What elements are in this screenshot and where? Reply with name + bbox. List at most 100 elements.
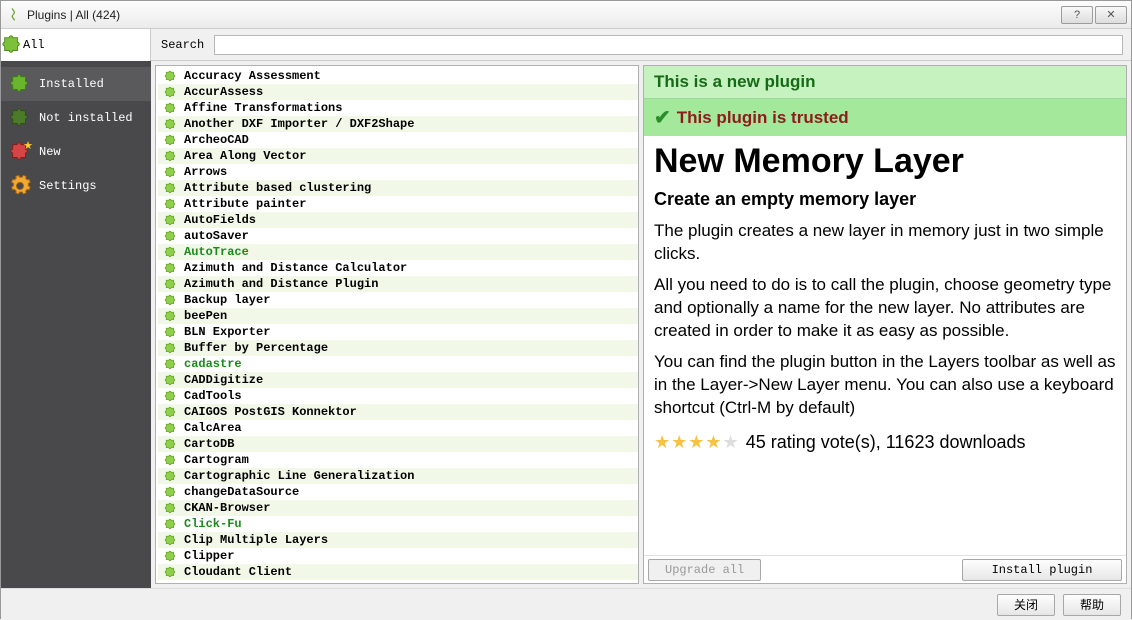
plugin-row[interactable]: AccurAssess xyxy=(158,84,638,100)
puzzle-icon xyxy=(162,516,178,532)
plugin-row[interactable]: Another DXF Importer / DXF2Shape xyxy=(158,116,638,132)
plugin-row[interactable]: CAIGOS PostGIS Konnektor xyxy=(158,404,638,420)
sidebar-tab-all[interactable]: All xyxy=(1,29,151,61)
plugin-row[interactable]: Accuracy Assessment xyxy=(158,68,638,84)
puzzle-icon xyxy=(162,292,178,308)
sidebar-tab-all-label: All xyxy=(23,38,45,52)
puzzle-icon xyxy=(162,196,178,212)
plugin-name: AutoTrace xyxy=(184,245,249,259)
plugin-row[interactable]: Cloudant Client xyxy=(158,564,638,580)
help-titlebar-button[interactable]: ? xyxy=(1061,6,1093,24)
stars-icon: ★★★★★ xyxy=(654,432,740,453)
plugin-row[interactable]: ArcheoCAD xyxy=(158,132,638,148)
puzzle-icon xyxy=(162,356,178,372)
dialog-footer: 关闭 帮助 xyxy=(1,588,1131,620)
puzzle-icon xyxy=(162,164,178,180)
puzzle-icon xyxy=(162,308,178,324)
upgrade-all-button[interactable]: Upgrade all xyxy=(648,559,761,581)
plugin-title: New Memory Layer xyxy=(644,136,1126,185)
plugin-name: Another DXF Importer / DXF2Shape xyxy=(184,117,414,131)
plugin-row[interactable]: CalcArea xyxy=(158,420,638,436)
plugin-row[interactable]: Backup layer xyxy=(158,292,638,308)
plugin-row[interactable]: Attribute based clustering xyxy=(158,180,638,196)
details-scroll[interactable]: This is a new plugin ✔ This plugin is tr… xyxy=(644,66,1126,555)
sidebar-item-not-installed[interactable]: Not installed xyxy=(1,101,151,135)
plugin-row[interactable]: Clip Multiple Layers xyxy=(158,532,638,548)
puzzle-icon xyxy=(162,324,178,340)
puzzle-dim-icon xyxy=(9,107,31,129)
plugin-row[interactable]: autoSaver xyxy=(158,228,638,244)
plugin-row[interactable]: Azimuth and Distance Calculator xyxy=(158,260,638,276)
plugin-row[interactable]: beePen xyxy=(158,308,638,324)
puzzle-icon xyxy=(162,132,178,148)
puzzle-icon xyxy=(162,500,178,516)
plugin-row[interactable]: AutoTrace xyxy=(158,244,638,260)
puzzle-icon xyxy=(1,34,23,56)
puzzle-icon xyxy=(162,388,178,404)
plugin-name: Buffer by Percentage xyxy=(184,341,328,355)
sidebar-item-new[interactable]: ★ New xyxy=(1,135,151,169)
plugin-name: ArcheoCAD xyxy=(184,133,249,147)
puzzle-icon xyxy=(162,260,178,276)
plugin-subtitle: Create an empty memory layer xyxy=(644,185,1126,220)
plugin-row[interactable]: CadTools xyxy=(158,388,638,404)
plugin-row[interactable]: CartoDB xyxy=(158,436,638,452)
plugin-name: beePen xyxy=(184,309,227,323)
close-button[interactable]: 关闭 xyxy=(997,594,1055,616)
rating-text: 45 rating vote(s), 11623 downloads xyxy=(746,432,1026,453)
plugin-name: Attribute painter xyxy=(184,197,306,211)
plugin-row[interactable]: BLN Exporter xyxy=(158,324,638,340)
plugin-row[interactable]: Affine Transformations xyxy=(158,100,638,116)
sidebar-item-settings[interactable]: Settings xyxy=(1,169,151,203)
install-plugin-button[interactable]: Install plugin xyxy=(962,559,1122,581)
plugin-name: autoSaver xyxy=(184,229,249,243)
sidebar-item-label: Not installed xyxy=(39,111,133,125)
plugin-row[interactable]: Arrows xyxy=(158,164,638,180)
sidebar-item-installed[interactable]: Installed xyxy=(1,67,151,101)
puzzle-icon xyxy=(162,340,178,356)
puzzle-green-icon xyxy=(9,73,31,95)
plugin-name: Cartographic Line Generalization xyxy=(184,469,414,483)
search-label: Search xyxy=(151,38,214,52)
plugin-description: The plugin creates a new layer in memory… xyxy=(644,220,1126,274)
puzzle-icon xyxy=(162,548,178,564)
help-button[interactable]: 帮助 xyxy=(1063,594,1121,616)
gear-icon xyxy=(9,175,31,197)
plugin-row[interactable]: Cartographic Line Generalization xyxy=(158,468,638,484)
plugin-row[interactable]: Click-Fu xyxy=(158,516,638,532)
plugin-name: Arrows xyxy=(184,165,227,179)
plugin-name: AutoFields xyxy=(184,213,256,227)
plugin-name: Area Along Vector xyxy=(184,149,306,163)
plugin-name: Cloudant Client xyxy=(184,565,292,579)
plugin-row[interactable]: Azimuth and Distance Plugin xyxy=(158,276,638,292)
plugin-description: All you need to do is to call the plugin… xyxy=(644,274,1126,351)
plugin-row[interactable]: Buffer by Percentage xyxy=(158,340,638,356)
sidebar-item-label: Settings xyxy=(39,179,97,193)
plugin-row[interactable]: CADDigitize xyxy=(158,372,638,388)
plugin-name: CadTools xyxy=(184,389,242,403)
puzzle-icon xyxy=(162,372,178,388)
title-bar: Plugins | All (424) ? ✕ xyxy=(1,1,1131,29)
plugin-row[interactable]: Clipper xyxy=(158,548,638,564)
puzzle-icon xyxy=(162,532,178,548)
puzzle-icon xyxy=(162,116,178,132)
plugin-list[interactable]: Accuracy AssessmentAccurAssessAffine Tra… xyxy=(156,66,638,583)
plugin-row[interactable]: Attribute painter xyxy=(158,196,638,212)
plugin-row[interactable]: CKAN-Browser xyxy=(158,500,638,516)
plugin-row[interactable]: cadastre xyxy=(158,356,638,372)
puzzle-icon xyxy=(162,244,178,260)
puzzle-icon xyxy=(162,420,178,436)
puzzle-icon xyxy=(162,404,178,420)
plugin-name: CalcArea xyxy=(184,421,242,435)
puzzle-icon xyxy=(162,484,178,500)
plugin-row[interactable]: AutoFields xyxy=(158,212,638,228)
check-icon: ✔ xyxy=(654,105,671,130)
plugin-row[interactable]: changeDataSource xyxy=(158,484,638,500)
plugin-name: Backup layer xyxy=(184,293,270,307)
sidebar-item-label: New xyxy=(39,145,61,159)
close-titlebar-button[interactable]: ✕ xyxy=(1095,6,1127,24)
plugin-row[interactable]: Area Along Vector xyxy=(158,148,638,164)
plugin-row[interactable]: Cartogram xyxy=(158,452,638,468)
search-input[interactable] xyxy=(214,35,1123,55)
plugin-rating: ★★★★★ 45 rating vote(s), 11623 downloads xyxy=(644,428,1126,457)
